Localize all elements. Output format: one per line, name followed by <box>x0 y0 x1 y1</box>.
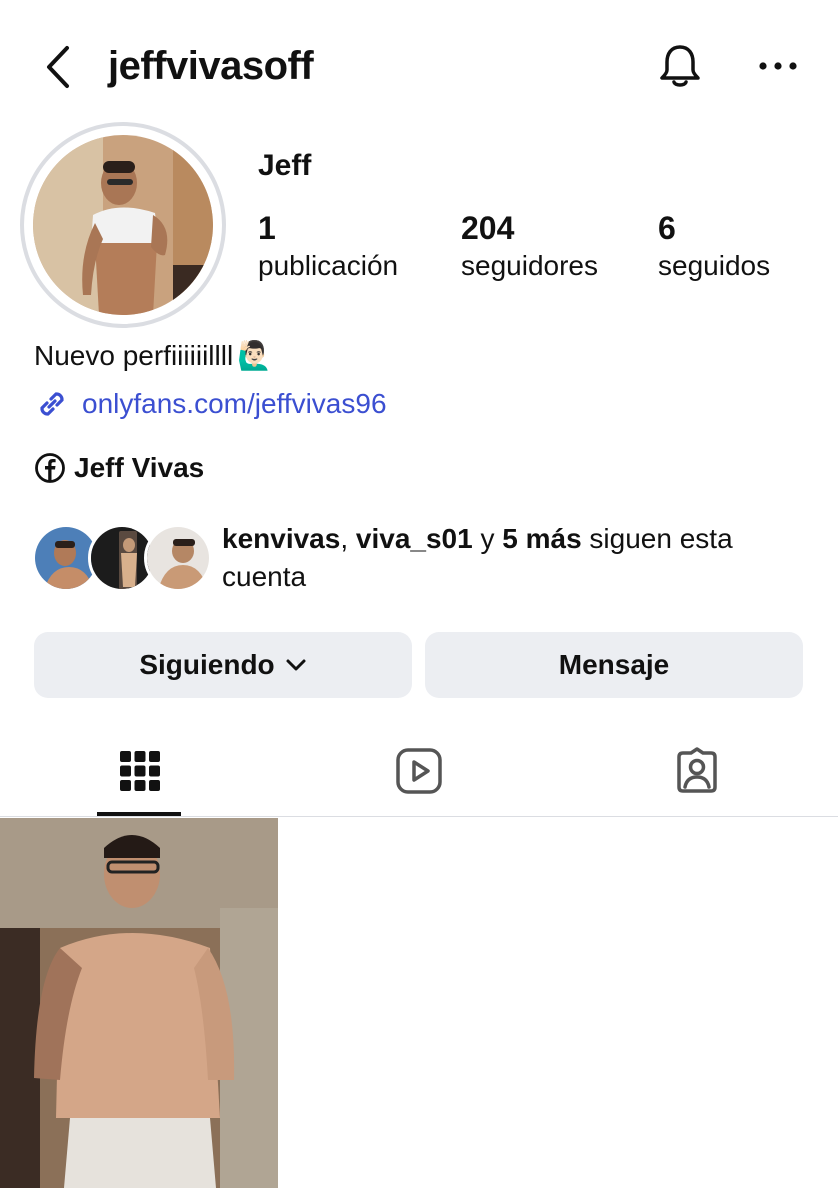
link-icon <box>40 392 64 416</box>
mutual-separator: , <box>340 523 356 554</box>
facebook-name: Jeff Vivas <box>74 452 205 483</box>
posts-count: 1 <box>258 210 276 246</box>
bell-icon <box>660 45 700 87</box>
tab-reels[interactable] <box>376 740 462 802</box>
raising-hand-emoji: 🙋🏻‍♂️ <box>237 340 273 371</box>
followers-label: seguidores <box>461 250 598 281</box>
mutual-followers-avatars[interactable] <box>32 524 212 594</box>
posts-label: publicación <box>258 250 399 281</box>
more-horizontal-icon <box>759 62 797 70</box>
reels-icon <box>396 748 442 794</box>
tab-posts-grid[interactable] <box>97 740 183 802</box>
mutual-user-1[interactable]: kenvivas <box>222 523 340 554</box>
display-name: Jeff <box>258 149 312 182</box>
notifications-button[interactable] <box>652 40 708 92</box>
chevron-left-icon <box>47 46 69 88</box>
mutual-followers-text[interactable]: kenvivas, viva_s01 y 5 más siguen esta c… <box>222 520 812 596</box>
profile-username: jeffvivasoff <box>108 44 314 88</box>
followers-count: 204 <box>461 210 515 246</box>
tabs-divider <box>0 816 838 817</box>
message-button[interactable]: Mensaje <box>425 632 803 698</box>
mutual-more[interactable]: 5 más <box>502 523 581 554</box>
avatar <box>144 524 212 592</box>
stat-followers[interactable]: 204 seguidores <box>461 208 598 284</box>
profile-avatar[interactable] <box>20 122 226 328</box>
following-count: 6 <box>658 210 676 246</box>
link-text: onlyfans.com/jeffvivas96 <box>82 388 387 419</box>
following-label: Siguiendo <box>139 649 275 680</box>
facebook-link[interactable]: Jeff Vivas <box>34 450 204 486</box>
profile-bio: Nuevo perfiiiiiillll 🙋🏻‍♂️ <box>34 338 272 374</box>
tagged-icon <box>677 747 717 793</box>
profile-link[interactable]: onlyfans.com/jeffvivas96 <box>34 386 387 422</box>
post-photo <box>0 818 278 1188</box>
avatar-photo <box>33 135 213 315</box>
mutual-connector: y <box>472 523 503 554</box>
tab-tagged[interactable] <box>654 740 740 802</box>
stat-following[interactable]: 6 seguidos <box>658 208 770 284</box>
mutual-user-2[interactable]: viva_s01 <box>356 523 473 554</box>
chevron-down-icon <box>286 659 306 671</box>
post-thumbnail[interactable] <box>0 818 278 1188</box>
following-label: seguidos <box>658 250 771 281</box>
grid-icon <box>120 751 160 791</box>
facebook-icon <box>35 453 65 483</box>
following-button[interactable]: Siguiendo <box>34 632 412 698</box>
message-label: Mensaje <box>558 649 670 680</box>
more-options-button[interactable] <box>748 40 808 92</box>
back-button[interactable] <box>36 42 80 92</box>
bio-text: Nuevo perfiiiiiillll <box>34 340 234 371</box>
stat-posts[interactable]: 1 publicación <box>258 208 398 284</box>
